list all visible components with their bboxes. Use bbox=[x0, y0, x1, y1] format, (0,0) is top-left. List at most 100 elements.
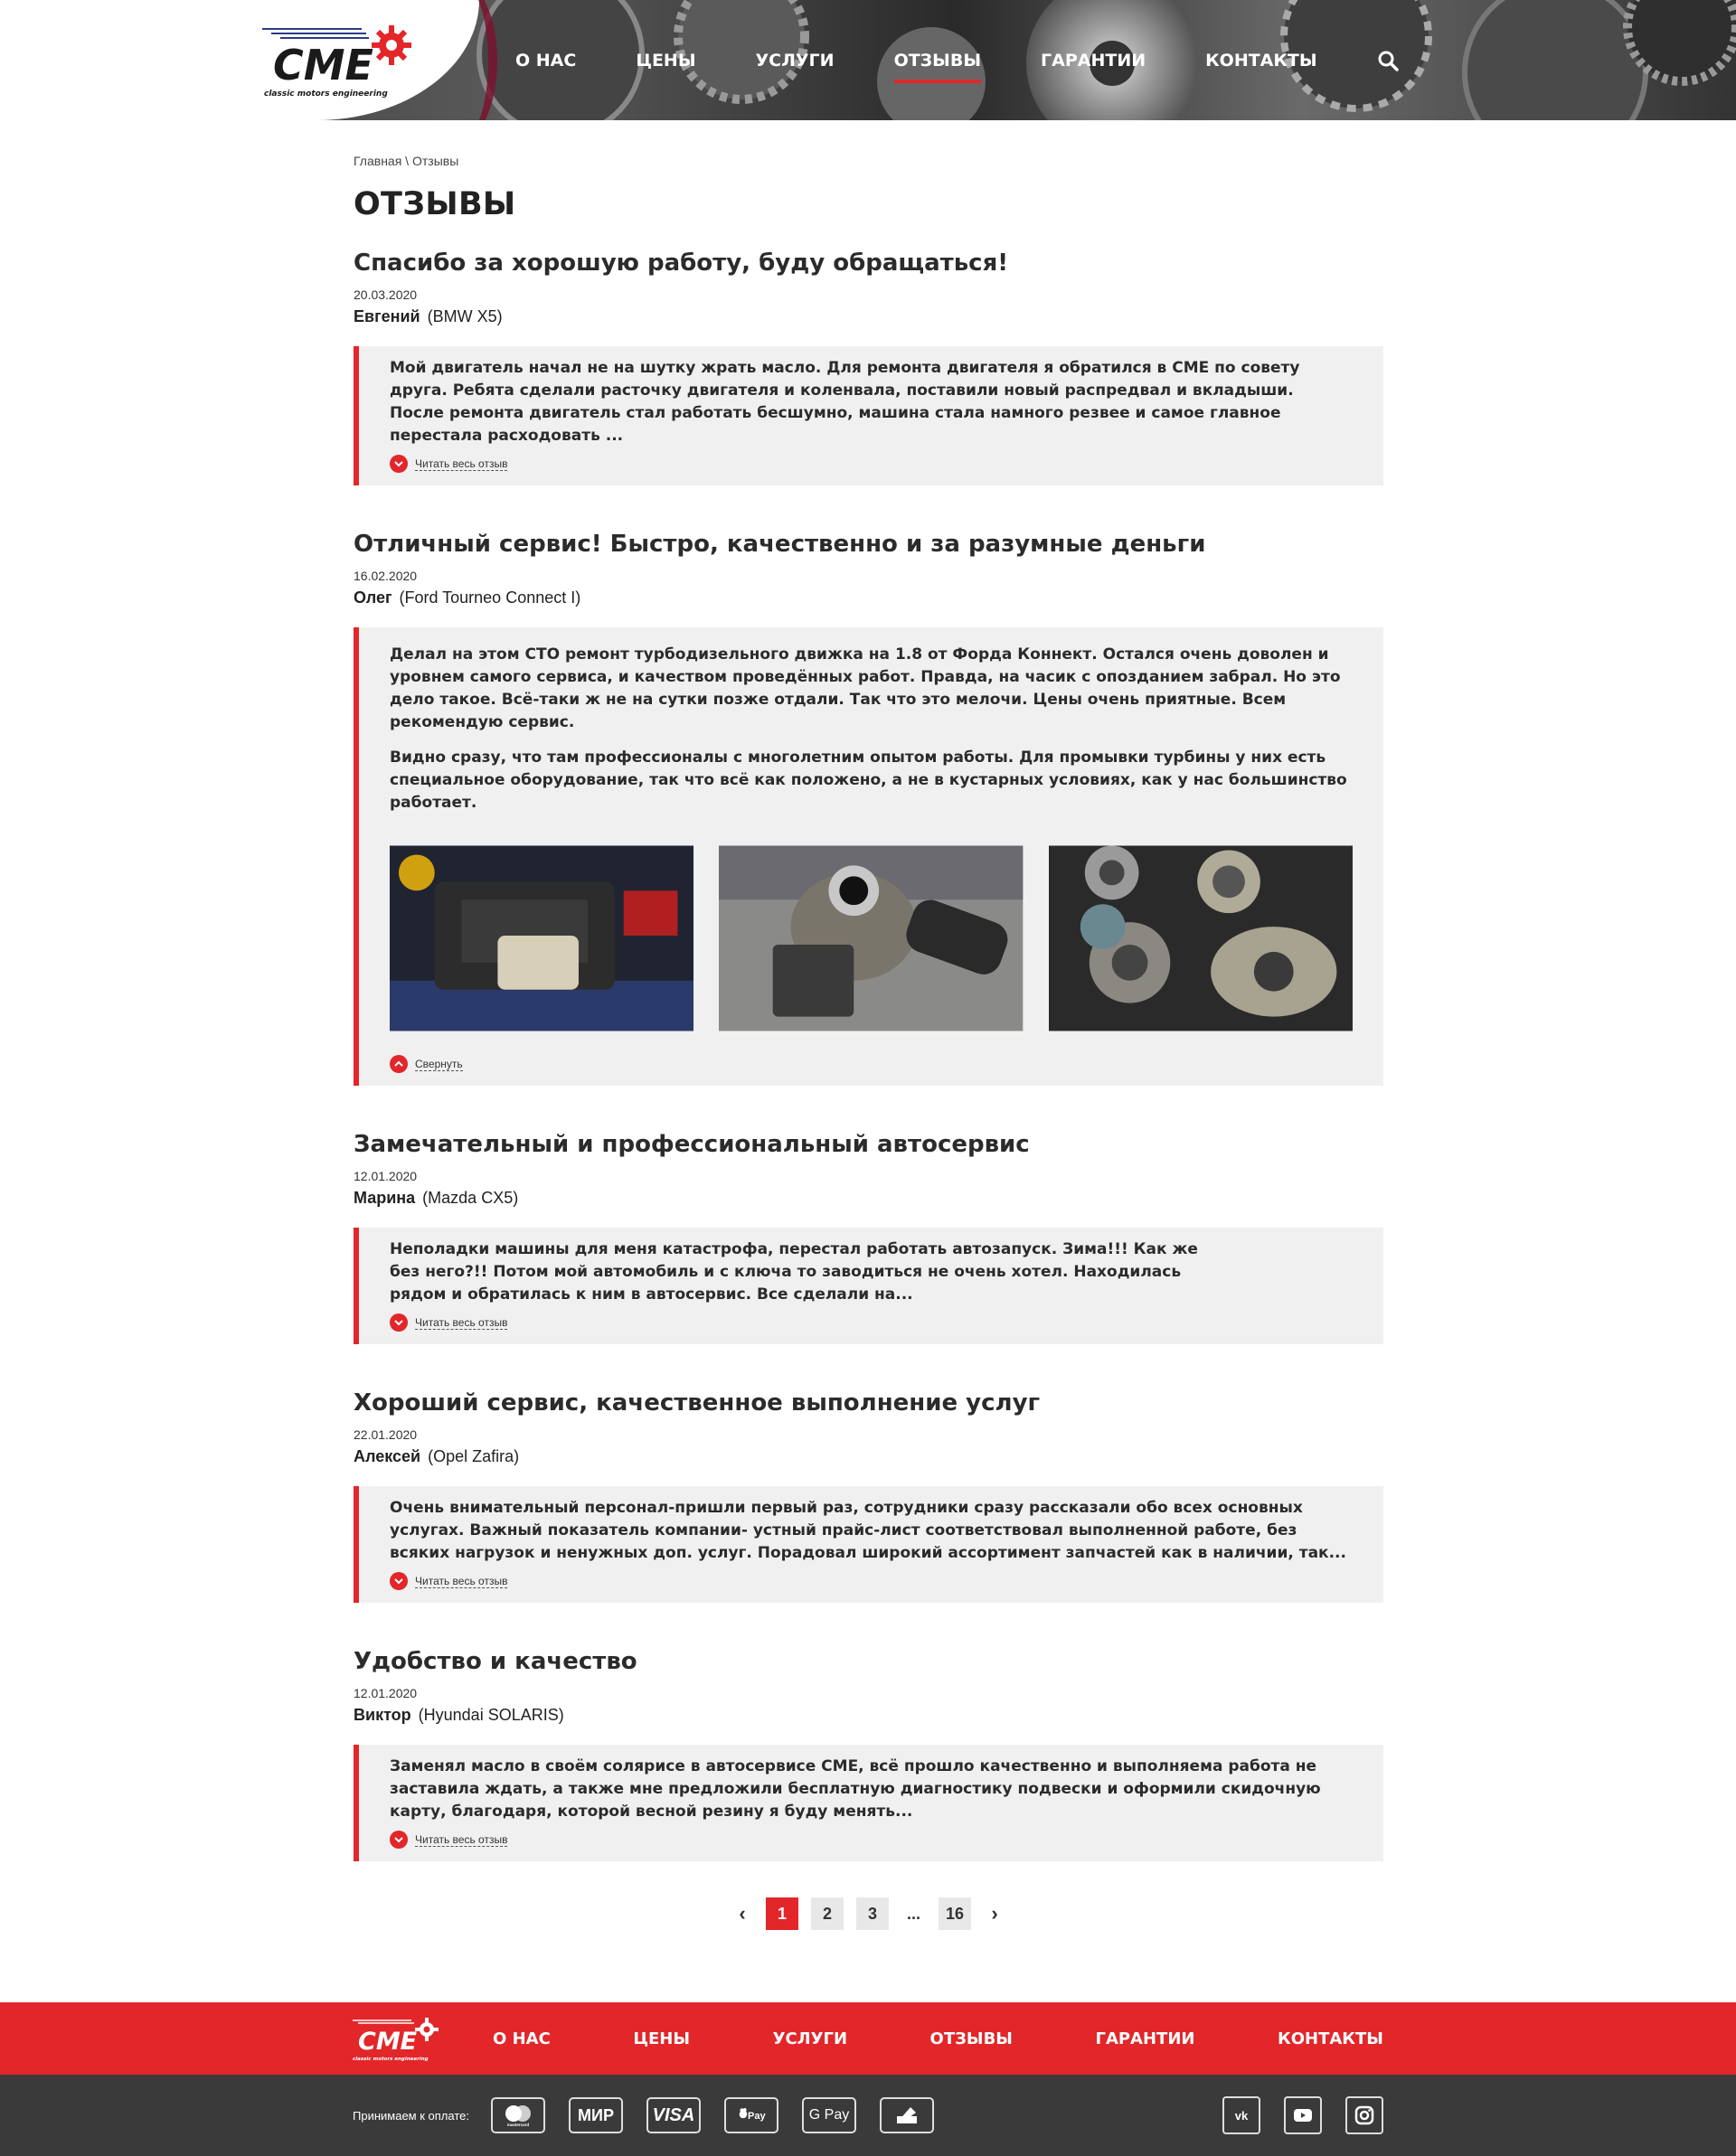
nav-about[interactable]: О НАС bbox=[515, 51, 576, 71]
svg-text:Pay: Pay bbox=[748, 2111, 766, 2122]
review-body: Делал на этом СТО ремонт турбодизельного… bbox=[354, 627, 1383, 1086]
review-author: Алексей (Opel Zafira) bbox=[354, 1447, 1383, 1466]
search-icon[interactable] bbox=[1377, 50, 1399, 71]
apple-pay-icon: Pay bbox=[723, 2097, 778, 2133]
review-body: Мой двигатель начал не на шутку жрать ма… bbox=[354, 346, 1383, 485]
review-author: Олег (Ford Tourneo Connect I) bbox=[354, 588, 1383, 607]
read-more-toggle[interactable]: Читать весь отзыв bbox=[390, 1313, 508, 1332]
read-more-toggle[interactable]: Читать весь отзыв bbox=[390, 455, 508, 473]
page-title: ОТЗЫВЫ bbox=[354, 186, 516, 222]
review-item: Удобство и качество 12.01.2020 Виктор (Hy… bbox=[354, 1648, 1383, 1861]
svg-text:classic motors engineering: classic motors engineering bbox=[353, 2057, 429, 2062]
collapse-label: Свернуть bbox=[415, 1057, 463, 1071]
collapse-toggle[interactable]: Свернуть bbox=[390, 1055, 463, 1073]
pagination-page-1[interactable]: 1 bbox=[765, 1897, 798, 1930]
social-links: vk bbox=[1222, 2096, 1383, 2134]
review-item: Спасибо за хорошую работу, буду обращать… bbox=[354, 249, 1383, 485]
footer-nav: О НАС ЦЕНЫ УСЛУГИ ОТЗЫВЫ ГАРАНТИИ КОНТАК… bbox=[493, 2029, 1383, 2048]
mir-icon: МИР bbox=[568, 2097, 623, 2133]
author-car: (Hyundai SOLARIS) bbox=[418, 1706, 564, 1724]
read-more-label: Читать весь отзыв bbox=[415, 1832, 508, 1847]
pagination: ‹ 1 2 3 ... 16 › bbox=[354, 1897, 1383, 1930]
breadcrumb-separator: \ bbox=[401, 154, 412, 168]
review-title: Удобство и качество bbox=[354, 1648, 637, 1675]
pagination-page-2[interactable]: 2 bbox=[810, 1897, 844, 1930]
payment-methods: mastercard МИР VISA Pay G Pay bbox=[490, 2097, 934, 2133]
author-name: Евгений bbox=[354, 307, 420, 325]
nav-guarantees[interactable]: ГАРАНТИИ bbox=[1041, 51, 1146, 71]
pagination-page-last[interactable]: 16 bbox=[939, 1897, 971, 1930]
google-pay-icon: G Pay bbox=[801, 2097, 856, 2133]
chevron-down-icon bbox=[390, 1313, 408, 1332]
review-paragraph: Заменял масло в своём солярисе в автосер… bbox=[390, 1757, 1321, 1821]
svg-text:mastercard: mastercard bbox=[507, 2123, 530, 2127]
footer-nav-guarantees[interactable]: ГАРАНТИИ bbox=[1095, 2029, 1194, 2048]
review-text: Неполадки машины для меня катастрофа, пе… bbox=[390, 1238, 1353, 1306]
vk-icon[interactable]: vk bbox=[1222, 2096, 1260, 2134]
review-photo-engine[interactable] bbox=[390, 845, 694, 1031]
breadcrumb-current: Отзывы bbox=[411, 154, 459, 168]
review-paragraph: Мой двигатель начал не на шутку жрать ма… bbox=[390, 359, 1300, 445]
pagination-next[interactable]: › bbox=[984, 1897, 1005, 1930]
review-text: Делал на этом СТО ремонт турбодизельного… bbox=[390, 644, 1353, 814]
payment-label: Принимаем к оплате: bbox=[353, 2108, 469, 2123]
cme-logo[interactable]: CME classic motors engineering bbox=[262, 18, 411, 104]
footer-cme-logo[interactable]: CME classic motors engineering bbox=[353, 2013, 439, 2064]
pagination-prev[interactable]: ‹ bbox=[731, 1897, 753, 1930]
youtube-icon[interactable] bbox=[1284, 2096, 1322, 2134]
review-text: Мой двигатель начал не на шутку жрать ма… bbox=[390, 357, 1353, 447]
visa-icon: VISA bbox=[646, 2097, 701, 2133]
chevron-down-icon bbox=[390, 1572, 408, 1590]
instagram-icon[interactable] bbox=[1345, 2096, 1383, 2134]
read-more-toggle[interactable]: Читать весь отзыв bbox=[390, 1572, 508, 1590]
author-car: (BMW X5) bbox=[427, 307, 503, 325]
review-paragraph: Делал на этом СТО ремонт турбодизельного… bbox=[390, 645, 1341, 731]
read-more-label: Читать весь отзыв bbox=[415, 1574, 508, 1588]
chevron-up-icon bbox=[390, 1055, 408, 1073]
footer-nav-contacts[interactable]: КОНТАКТЫ bbox=[1278, 2029, 1383, 2048]
footer-nav-reviews[interactable]: ОТЗЫВЫ bbox=[930, 2029, 1013, 2048]
footer-nav-bar: CME classic motors engineering О НАС ЦЕН… bbox=[0, 2002, 1736, 2075]
review-date: 22.01.2020 bbox=[354, 1427, 418, 1442]
footer-nav-prices[interactable]: ЦЕНЫ bbox=[633, 2029, 690, 2048]
review-date: 12.01.2020 bbox=[354, 1169, 418, 1183]
review-body: Очень внимательный персонал-пришли первы… bbox=[354, 1486, 1383, 1603]
author-name: Виктор bbox=[354, 1706, 411, 1724]
review-paragraph: Неполадки машины для меня катастрофа, пе… bbox=[390, 1240, 1198, 1304]
review-body: Неполадки машины для меня катастрофа, пе… bbox=[354, 1228, 1383, 1344]
nav-reviews[interactable]: ОТЗЫВЫ bbox=[893, 51, 982, 83]
read-more-toggle[interactable]: Читать весь отзыв bbox=[390, 1831, 508, 1849]
footer-nav-services[interactable]: УСЛУГИ bbox=[773, 2029, 847, 2048]
author-name: Алексей bbox=[354, 1447, 421, 1465]
author-car: (Mazda CX5) bbox=[422, 1189, 519, 1207]
pagination-ellipsis: ... bbox=[906, 1904, 920, 1923]
read-more-label: Читать весь отзыв bbox=[415, 1315, 508, 1330]
breadcrumb: Главная \ Отзывы bbox=[354, 154, 1383, 168]
footer-payment-bar: Принимаем к оплате: mastercard МИР VISA … bbox=[0, 2075, 1736, 2156]
review-paragraph: Очень внимательный персонал-пришли первы… bbox=[390, 1499, 1346, 1562]
review-text: Очень внимательный персонал-пришли первы… bbox=[390, 1497, 1353, 1565]
breadcrumb-home[interactable]: Главная bbox=[354, 154, 401, 168]
nav-services[interactable]: УСЛУГИ bbox=[756, 51, 835, 71]
review-paragraph: Видно сразу, что там профессионалы с мно… bbox=[390, 748, 1347, 812]
nav-prices[interactable]: ЦЕНЫ bbox=[636, 51, 695, 71]
svg-text:CME: CME bbox=[358, 2028, 418, 2056]
author-name: Олег bbox=[354, 588, 392, 607]
review-photo-turbo-valve[interactable] bbox=[719, 845, 1024, 1031]
review-text: Заменял масло в своём солярисе в автосер… bbox=[390, 1756, 1353, 1823]
nav-contacts[interactable]: КОНТАКТЫ bbox=[1205, 51, 1316, 71]
pagination-page-3[interactable]: 3 bbox=[855, 1897, 889, 1930]
wallet-icon bbox=[879, 2097, 934, 2133]
review-date: 20.03.2020 bbox=[354, 287, 418, 302]
footer-nav-about[interactable]: О НАС bbox=[493, 2029, 551, 2048]
review-title: Хороший сервис, качественное выполнение … bbox=[354, 1389, 1041, 1417]
review-author: Виктор (Hyundai SOLARIS) bbox=[354, 1706, 1383, 1725]
site-footer: CME classic motors engineering О НАС ЦЕН… bbox=[0, 2002, 1736, 2156]
author-name: Марина bbox=[354, 1189, 416, 1207]
svg-text:vk: vk bbox=[1235, 2109, 1249, 2123]
review-photo-turbo-parts[interactable] bbox=[1048, 845, 1353, 1031]
mastercard-icon: mastercard bbox=[490, 2097, 545, 2133]
author-car: (Ford Tourneo Connect I) bbox=[399, 588, 581, 607]
main-content: Главная \ Отзывы ОТЗЫВЫ Спасибо за хорош… bbox=[353, 154, 1383, 1930]
review-author: Евгений (BMW X5) bbox=[354, 307, 1383, 326]
